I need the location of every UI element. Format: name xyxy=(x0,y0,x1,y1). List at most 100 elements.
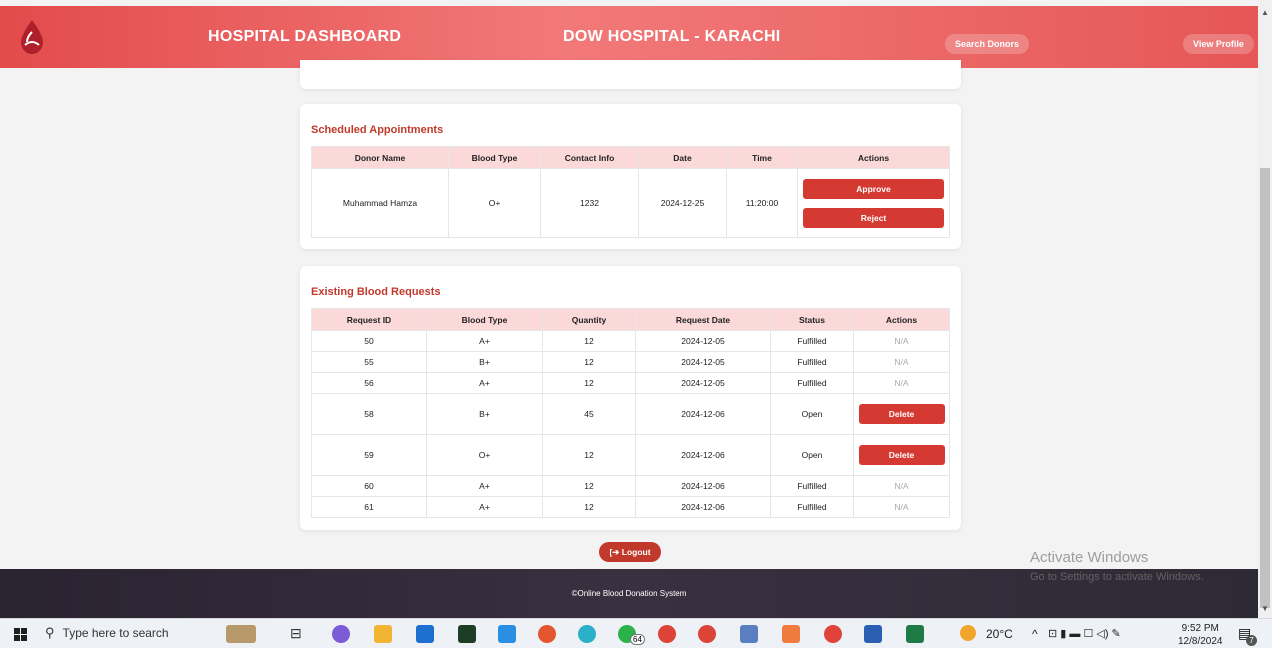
blood-type-cell: B+ xyxy=(426,393,543,435)
quantity-cell: 12 xyxy=(542,475,636,497)
request-date-cell: 2024-12-06 xyxy=(635,393,771,435)
request-id-cell: 60 xyxy=(311,475,427,497)
col-request-date: Request Date xyxy=(635,308,771,331)
vertical-scrollbar[interactable]: ▲ ▼ xyxy=(1258,0,1272,618)
quantity-cell: 45 xyxy=(542,393,636,435)
activate-windows-watermark: Activate Windows Go to Settings to activ… xyxy=(1030,549,1204,583)
col-time: Time xyxy=(726,146,798,169)
dev-app-icon[interactable] xyxy=(458,625,476,643)
table-row: 55 B+ 12 2024-12-05 Fulfilled N/A xyxy=(311,351,950,373)
activate-line-1: Activate Windows xyxy=(1030,549,1149,566)
cathedral-widget-icon[interactable] xyxy=(226,625,256,643)
date-cell: 2024-12-25 xyxy=(638,168,727,238)
logout-icon: [➔ xyxy=(609,547,620,557)
status-cell: Fulfilled xyxy=(770,351,854,373)
word-icon[interactable] xyxy=(864,625,882,643)
blood-type-cell: A+ xyxy=(426,330,543,352)
request-id-cell: 59 xyxy=(311,434,427,476)
excel-icon[interactable] xyxy=(906,625,924,643)
delete-button[interactable]: Delete xyxy=(858,445,945,465)
taskbar-search-placeholder: Type here to search xyxy=(62,626,169,640)
logout-label: Logout xyxy=(621,547,651,557)
reject-button[interactable]: Reject xyxy=(803,207,944,228)
weather-temp[interactable]: 20°C xyxy=(986,627,1013,641)
windows-start-icon[interactable] xyxy=(14,628,27,641)
copilot-icon[interactable] xyxy=(332,625,350,643)
appointments-title: Scheduled Appointments xyxy=(311,124,444,136)
system-tray-icons[interactable]: ⊡ ▮ ▬ ☐ ◁) ✎ xyxy=(1048,627,1121,640)
table-row: 60 A+ 12 2024-12-06 Fulfilled N/A xyxy=(311,475,950,497)
request-id-cell: 55 xyxy=(311,351,427,373)
actions-cell: Delete xyxy=(853,434,950,476)
chrome-icon[interactable] xyxy=(538,625,556,643)
request-date-cell: 2024-12-06 xyxy=(635,475,771,497)
action-na: N/A xyxy=(853,372,950,394)
col-blood-type: Blood Type xyxy=(426,308,543,331)
table-row: 50 A+ 12 2024-12-05 Fulfilled N/A xyxy=(311,330,950,352)
edge-icon[interactable] xyxy=(578,625,596,643)
taskbar-search-box[interactable]: ⚲ Type here to search xyxy=(45,625,169,641)
actions-cell: Approve Reject xyxy=(797,168,950,238)
scrollbar-thumb[interactable] xyxy=(1260,168,1270,608)
status-cell: Open xyxy=(770,434,854,476)
clock-date: 12/8/2024 xyxy=(1178,636,1223,647)
status-cell: Open xyxy=(770,393,854,435)
col-quantity: Quantity xyxy=(542,308,636,331)
chrome-profile-3-icon[interactable] xyxy=(824,625,842,643)
time-cell: 11:20:00 xyxy=(726,168,798,238)
hospital-name: DOW HOSPITAL - KARACHI xyxy=(563,28,781,45)
quantity-cell: 12 xyxy=(542,496,636,518)
blood-type-cell: O+ xyxy=(448,168,541,238)
show-hidden-icons-icon[interactable]: ^ xyxy=(1032,627,1038,641)
chrome-profile-icon[interactable] xyxy=(658,625,676,643)
delete-button[interactable]: Delete xyxy=(858,404,945,424)
vscode-icon[interactable] xyxy=(498,625,516,643)
scroll-up-arrow-icon[interactable]: ▲ xyxy=(1261,8,1269,17)
top-navbar: HOSPITAL DASHBOARD DOW HOSPITAL - KARACH… xyxy=(0,6,1258,68)
action-na: N/A xyxy=(853,351,950,373)
request-id-cell: 61 xyxy=(311,496,427,518)
appointments-header-row: Donor Name Blood Type Contact Info Date … xyxy=(311,146,950,169)
approve-button[interactable]: Approve xyxy=(803,178,944,199)
request-date-cell: 2024-12-06 xyxy=(635,496,771,518)
taskbar-clock[interactable]: 9:52 PM 12/8/2024 xyxy=(1178,622,1223,648)
col-date: Date xyxy=(638,146,727,169)
weather-icon[interactable] xyxy=(960,625,976,641)
blood-drop-logo-icon[interactable] xyxy=(18,18,46,56)
file-explorer-icon[interactable] xyxy=(374,625,392,643)
request-date-cell: 2024-12-05 xyxy=(635,330,771,352)
previous-card xyxy=(300,60,961,89)
logout-button[interactable]: [➔ Logout xyxy=(599,542,661,562)
task-view-icon[interactable]: ⊟ xyxy=(290,625,308,643)
chrome-profile-2-icon[interactable] xyxy=(698,625,716,643)
requests-title: Existing Blood Requests xyxy=(311,286,441,298)
action-na: N/A xyxy=(853,475,950,497)
windows-taskbar: ⚲ Type here to search ⊟ 64 20°C ^ ⊡ ▮ ▬ ☐… xyxy=(0,618,1272,648)
actions-cell: Delete xyxy=(853,393,950,435)
table-row: Muhammad Hamza O+ 1232 2024-12-25 11:20:… xyxy=(311,168,950,238)
table-row: 56 A+ 12 2024-12-05 Fulfilled N/A xyxy=(311,372,950,394)
quantity-cell: 12 xyxy=(542,330,636,352)
blood-type-cell: A+ xyxy=(426,496,543,518)
col-contact-info: Contact Info xyxy=(540,146,639,169)
search-donors-button[interactable]: Search Donors xyxy=(945,34,1030,54)
view-profile-button[interactable]: View Profile xyxy=(1183,34,1254,54)
quantity-cell: 12 xyxy=(542,372,636,394)
quantity-cell: 12 xyxy=(542,351,636,373)
request-date-cell: 2024-12-05 xyxy=(635,372,771,394)
col-request-id: Request ID xyxy=(311,308,427,331)
table-row: 61 A+ 12 2024-12-06 Fulfilled N/A xyxy=(311,496,950,518)
appointments-table: Donor Name Blood Type Contact Info Date … xyxy=(311,146,950,238)
footer-text: ©Online Blood Donation System xyxy=(571,589,687,598)
whatsapp-badge: 64 xyxy=(630,634,645,645)
xampp-icon[interactable] xyxy=(782,625,800,643)
quantity-cell: 12 xyxy=(542,434,636,476)
blood-type-cell: B+ xyxy=(426,351,543,373)
outlook-icon[interactable] xyxy=(416,625,434,643)
snipping-tool-icon[interactable] xyxy=(740,625,758,643)
scroll-down-arrow-icon[interactable]: ▼ xyxy=(1261,604,1269,613)
request-id-cell: 58 xyxy=(311,393,427,435)
request-date-cell: 2024-12-05 xyxy=(635,351,771,373)
col-donor-name: Donor Name xyxy=(311,146,449,169)
requests-table: Request ID Blood Type Quantity Request D… xyxy=(311,308,950,518)
